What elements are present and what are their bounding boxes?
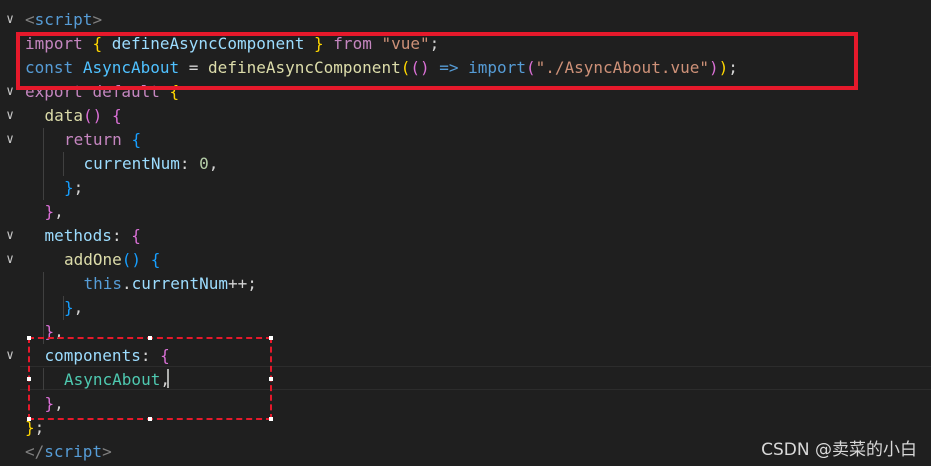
code-line[interactable]: }; <box>0 176 931 200</box>
code-editor[interactable]: ∨ <script> import { defineAsyncComponent }… <box>0 0 931 466</box>
resize-handle[interactable] <box>27 377 31 381</box>
code-token: () <box>121 250 142 269</box>
fold-chevron-icon[interactable]: ∨ <box>2 104 18 128</box>
code-token: methods <box>44 226 112 245</box>
code-token: script <box>44 442 103 461</box>
code-token: , <box>54 202 64 221</box>
code-token: } <box>64 178 74 197</box>
code-token: { <box>131 130 142 149</box>
code-text: }, <box>45 200 64 224</box>
code-text: </script> <box>25 440 112 464</box>
watermark: CSDN @卖菜的小白 <box>761 440 917 460</box>
code-line[interactable]: ∨ addOne() { <box>0 248 931 272</box>
code-token: ; <box>73 178 84 197</box>
code-line[interactable]: ∨ methods: { <box>0 224 931 248</box>
resize-handle[interactable] <box>148 336 152 340</box>
code-text: methods: { <box>45 224 141 248</box>
fold-chevron-icon[interactable]: ∨ <box>2 8 18 32</box>
fold-chevron-icon[interactable]: ∨ <box>2 128 18 152</box>
code-token: ++; <box>228 274 257 293</box>
code-token: , <box>208 154 219 173</box>
code-token: return <box>64 130 122 149</box>
code-token: </ <box>25 442 45 461</box>
resize-handle[interactable] <box>27 336 31 340</box>
code-token: > <box>102 442 112 461</box>
code-token: , <box>73 298 84 317</box>
code-text: data() { <box>45 104 122 128</box>
resize-handle[interactable] <box>269 377 273 381</box>
code-text: return { <box>64 128 141 152</box>
code-token: } <box>64 298 74 317</box>
code-token: { <box>111 106 122 125</box>
code-text: <script> <box>25 8 102 32</box>
resize-handle[interactable] <box>269 417 273 421</box>
code-token: script <box>34 10 93 29</box>
code-line[interactable]: ∨ return { <box>0 128 931 152</box>
code-text: currentNum: 0, <box>84 152 219 176</box>
code-token: addOne <box>64 250 122 269</box>
code-line[interactable]: }, <box>0 200 931 224</box>
code-token: < <box>25 10 35 29</box>
code-token: : <box>111 226 132 245</box>
code-text: addOne() { <box>64 248 160 272</box>
code-line[interactable]: currentNum: 0, <box>0 152 931 176</box>
code-text: }; <box>64 176 83 200</box>
resize-handle[interactable] <box>148 417 152 421</box>
code-token: currentNum <box>83 154 180 173</box>
code-token: . <box>122 274 132 293</box>
code-line[interactable]: ∨ <script> <box>0 8 931 32</box>
code-token: { <box>131 226 141 245</box>
code-line[interactable]: }, <box>0 296 931 320</box>
fold-chevron-icon[interactable]: ∨ <box>2 248 18 272</box>
code-token: () <box>83 106 103 125</box>
code-token: > <box>92 10 103 29</box>
code-text: }, <box>64 296 83 320</box>
code-token: ; <box>34 418 45 437</box>
highlight-box-imports <box>16 32 858 90</box>
code-text: this.currentNum++; <box>84 272 257 296</box>
code-token: : <box>179 154 200 173</box>
code-token: this <box>83 274 123 293</box>
resize-handle[interactable] <box>269 336 273 340</box>
resize-handle[interactable] <box>27 417 31 421</box>
code-token: currentNum <box>131 274 228 293</box>
code-token: { <box>150 250 161 269</box>
fold-chevron-icon[interactable]: ∨ <box>2 344 18 368</box>
code-token: data <box>44 106 84 125</box>
code-line[interactable]: ∨ data() { <box>0 104 931 128</box>
fold-chevron-icon[interactable]: ∨ <box>2 224 18 248</box>
code-line[interactable]: this.currentNum++; <box>0 272 931 296</box>
selection-box-components[interactable] <box>27 336 273 421</box>
code-token: } <box>44 202 55 221</box>
code-token: 0 <box>199 154 209 173</box>
